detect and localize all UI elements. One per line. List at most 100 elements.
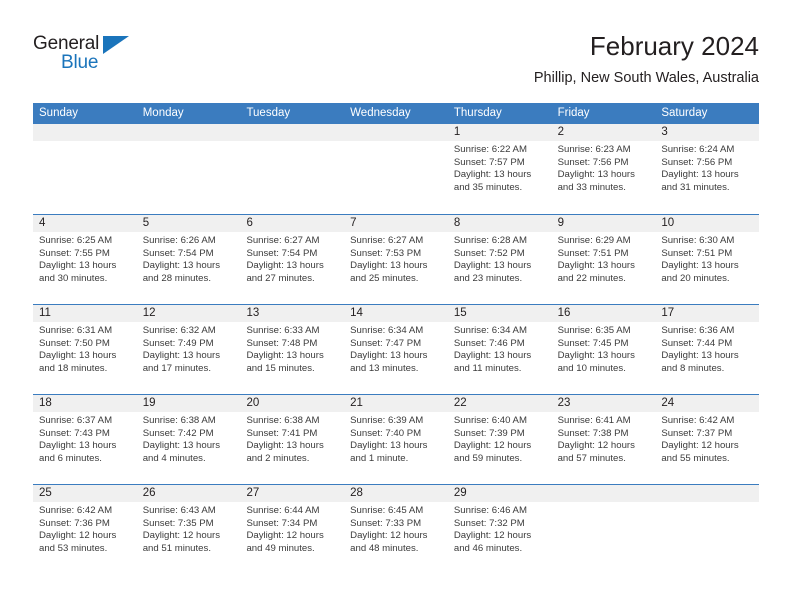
day-cell[interactable]: 17 Sunrise: 6:36 AM Sunset: 7:44 PM Dayl… (655, 305, 760, 394)
day-cell[interactable]: 27 Sunrise: 6:44 AM Sunset: 7:34 PM Dayl… (240, 485, 345, 574)
day-number: 2 (557, 126, 564, 138)
daylight-text-line2: and 51 minutes. (142, 542, 211, 554)
day-cell[interactable]: 24 Sunrise: 6:42 AM Sunset: 7:37 PM Dayl… (655, 395, 760, 484)
day-number-band: 11 (33, 305, 137, 322)
sunrise-text: Sunrise: 6:33 AM (246, 325, 320, 336)
day-cell[interactable]: 6 Sunrise: 6:27 AM Sunset: 7:54 PM Dayli… (240, 215, 345, 304)
sunrise-text: Sunrise: 6:42 AM (39, 505, 113, 516)
daylight-text-line1: Daylight: 13 hours (39, 260, 117, 272)
day-cell[interactable]: 7 Sunrise: 6:27 AM Sunset: 7:53 PM Dayli… (344, 215, 448, 304)
day-cell[interactable]: 21 Sunrise: 6:39 AM Sunset: 7:40 PM Dayl… (344, 395, 448, 484)
day-number-band: 7 (344, 215, 448, 232)
day-number-band (33, 124, 137, 141)
day-number: 11 (39, 307, 51, 319)
day-cell[interactable] (551, 485, 656, 574)
daylight-text-line2: and 15 minutes. (246, 362, 315, 374)
page-subtitle-location: Phillip, New South Wales, Australia (533, 70, 759, 86)
day-cell[interactable]: 5 Sunrise: 6:26 AM Sunset: 7:54 PM Dayli… (136, 215, 241, 304)
day-cell[interactable]: 18 Sunrise: 6:37 AM Sunset: 7:43 PM Dayl… (33, 395, 137, 484)
day-details: Sunrise: 6:26 AM Sunset: 7:54 PM Dayligh… (137, 232, 241, 285)
day-cell[interactable]: 20 Sunrise: 6:38 AM Sunset: 7:41 PM Dayl… (240, 395, 345, 484)
day-cell[interactable]: 28 Sunrise: 6:45 AM Sunset: 7:33 PM Dayl… (344, 485, 448, 574)
day-number: 10 (661, 217, 675, 229)
day-details: Sunrise: 6:25 AM Sunset: 7:55 PM Dayligh… (33, 232, 137, 285)
day-number: 5 (142, 217, 150, 229)
daylight-text-line1: Daylight: 13 hours (453, 260, 532, 272)
day-cell[interactable]: 4 Sunrise: 6:25 AM Sunset: 7:55 PM Dayli… (33, 215, 137, 304)
day-cell[interactable]: 23 Sunrise: 6:41 AM Sunset: 7:38 PM Dayl… (551, 395, 656, 484)
day-cell[interactable]: 15 Sunrise: 6:34 AM Sunset: 7:46 PM Dayl… (447, 305, 552, 394)
day-number-band (551, 485, 656, 502)
daylight-text-line2: and 48 minutes. (350, 542, 419, 554)
logo-text-general: General (33, 33, 100, 54)
sunrise-text: Sunrise: 6:27 AM (350, 235, 424, 246)
day-number: 3 (661, 126, 668, 138)
day-cell[interactable]: 10 Sunrise: 6:30 AM Sunset: 7:51 PM Dayl… (655, 215, 760, 304)
day-number: 8 (453, 217, 461, 229)
sunrise-text: Sunrise: 6:34 AM (453, 325, 527, 336)
day-cell[interactable]: 14 Sunrise: 6:34 AM Sunset: 7:47 PM Dayl… (344, 305, 448, 394)
day-cell[interactable] (344, 124, 448, 214)
day-cell[interactable]: 22 Sunrise: 6:40 AM Sunset: 7:39 PM Dayl… (447, 395, 552, 484)
calendar-page: General Blue February 2024 Phillip, New … (0, 0, 792, 612)
sunset-text: Sunset: 7:36 PM (39, 517, 110, 529)
day-details: Sunrise: 6:34 AM Sunset: 7:46 PM Dayligh… (448, 322, 552, 375)
daylight-text-line2: and 53 minutes. (39, 542, 108, 554)
day-cell[interactable] (33, 124, 137, 214)
day-number: 27 (246, 487, 260, 499)
day-details: Sunrise: 6:36 AM Sunset: 7:44 PM Dayligh… (655, 322, 759, 375)
sunrise-text: Sunrise: 6:23 AM (557, 144, 631, 155)
daylight-text-line1: Daylight: 13 hours (453, 350, 532, 362)
daylight-text-line2: and 35 minutes. (453, 181, 523, 193)
sunset-text: Sunset: 7:49 PM (142, 337, 214, 349)
daylight-text-line2: and 46 minutes. (453, 542, 523, 554)
day-number-band: 2 (551, 124, 656, 141)
sunrise-text: Sunrise: 6:26 AM (142, 235, 216, 246)
day-number-band: 27 (240, 485, 345, 502)
day-number-band: 6 (240, 215, 345, 232)
day-cell[interactable] (240, 124, 345, 214)
daylight-text-line2: and 6 minutes. (39, 452, 102, 464)
day-details: Sunrise: 6:44 AM Sunset: 7:34 PM Dayligh… (240, 502, 344, 555)
day-number-band: 26 (136, 485, 241, 502)
day-cell[interactable]: 29 Sunrise: 6:46 AM Sunset: 7:32 PM Dayl… (447, 485, 552, 574)
day-number-band: 23 (551, 395, 656, 412)
day-cell[interactable]: 25 Sunrise: 6:42 AM Sunset: 7:36 PM Dayl… (33, 485, 137, 574)
day-cell[interactable] (655, 485, 760, 574)
day-details: Sunrise: 6:23 AM Sunset: 7:56 PM Dayligh… (552, 141, 656, 194)
sunset-text: Sunset: 7:40 PM (350, 427, 422, 439)
day-cell[interactable]: 19 Sunrise: 6:38 AM Sunset: 7:42 PM Dayl… (136, 395, 241, 484)
daylight-text-line2: and 4 minutes. (142, 452, 206, 464)
day-cell[interactable]: 13 Sunrise: 6:33 AM Sunset: 7:48 PM Dayl… (240, 305, 345, 394)
day-number: 25 (39, 487, 52, 499)
day-details: Sunrise: 6:22 AM Sunset: 7:57 PM Dayligh… (448, 141, 552, 194)
day-number: 19 (142, 397, 156, 409)
generalblue-logo: General Blue (33, 34, 153, 80)
day-number: 9 (557, 217, 564, 229)
sunset-text: Sunset: 7:37 PM (661, 427, 733, 439)
day-cell[interactable]: 16 Sunrise: 6:35 AM Sunset: 7:45 PM Dayl… (551, 305, 656, 394)
sunrise-text: Sunrise: 6:36 AM (661, 325, 735, 336)
day-cell[interactable]: 26 Sunrise: 6:43 AM Sunset: 7:35 PM Dayl… (136, 485, 241, 574)
day-cell[interactable]: 12 Sunrise: 6:32 AM Sunset: 7:49 PM Dayl… (136, 305, 241, 394)
day-cell[interactable] (136, 124, 241, 214)
sunrise-text: Sunrise: 6:37 AM (39, 415, 113, 426)
sunset-text: Sunset: 7:47 PM (350, 337, 422, 349)
day-cell[interactable]: 8 Sunrise: 6:28 AM Sunset: 7:52 PM Dayli… (447, 215, 552, 304)
day-number: 12 (142, 307, 156, 319)
sunset-text: Sunset: 7:38 PM (557, 427, 629, 439)
daylight-text-line1: Daylight: 13 hours (39, 350, 117, 362)
day-cell[interactable]: 9 Sunrise: 6:29 AM Sunset: 7:51 PM Dayli… (551, 215, 656, 304)
sunrise-text: Sunrise: 6:34 AM (350, 325, 424, 336)
day-number-band: 17 (655, 305, 760, 322)
day-details: Sunrise: 6:43 AM Sunset: 7:35 PM Dayligh… (137, 502, 241, 555)
day-cell[interactable]: 2 Sunrise: 6:23 AM Sunset: 7:56 PM Dayli… (551, 124, 656, 214)
day-cell[interactable]: 3 Sunrise: 6:24 AM Sunset: 7:56 PM Dayli… (655, 124, 760, 214)
day-cell[interactable]: 1 Sunrise: 6:22 AM Sunset: 7:57 PM Dayli… (447, 124, 552, 214)
day-cell[interactable]: 11 Sunrise: 6:31 AM Sunset: 7:50 PM Dayl… (33, 305, 137, 394)
day-details: Sunrise: 6:42 AM Sunset: 7:37 PM Dayligh… (655, 412, 759, 465)
day-details: Sunrise: 6:40 AM Sunset: 7:39 PM Dayligh… (448, 412, 552, 465)
sunset-text: Sunset: 7:56 PM (557, 156, 629, 168)
daylight-text-line1: Daylight: 13 hours (142, 350, 221, 362)
weekday-header-monday: Monday (142, 107, 184, 119)
